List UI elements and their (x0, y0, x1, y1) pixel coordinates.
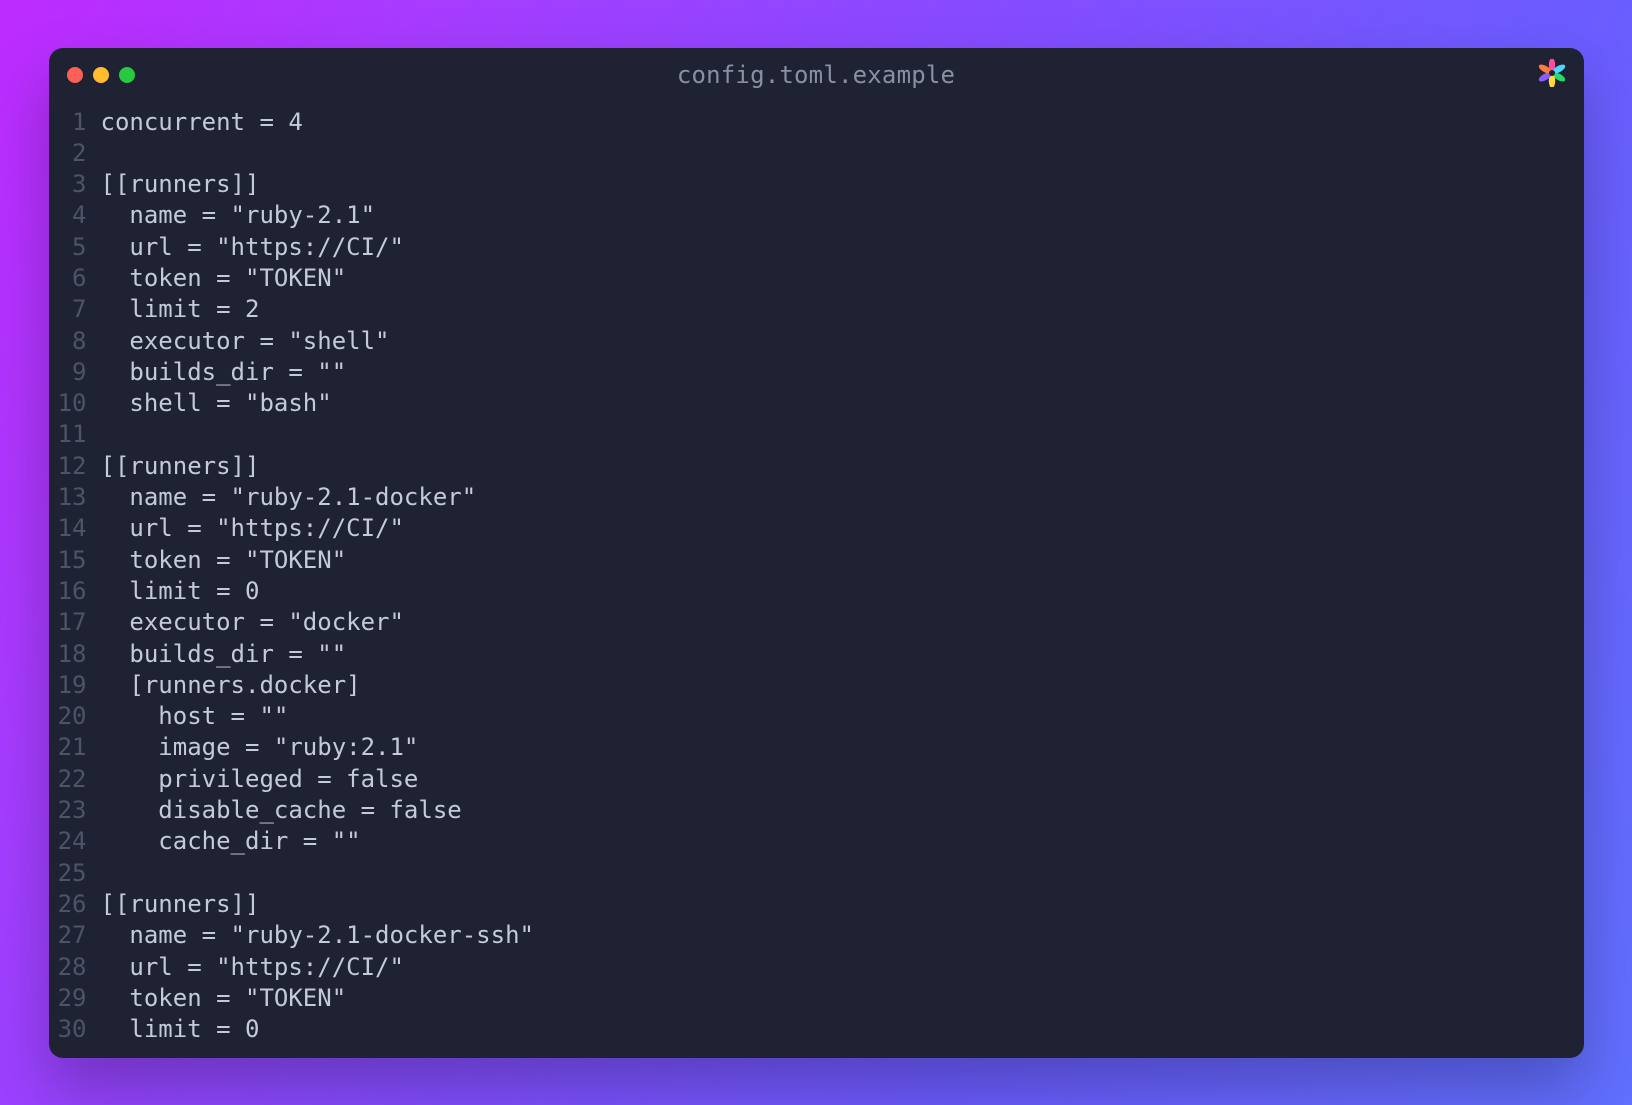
code-text: token = "TOKEN" (101, 546, 347, 574)
line-number: 10 (49, 389, 101, 417)
code-line: 27 name = "ruby-2.1-docker-ssh" (49, 921, 1584, 952)
code-window: config.toml.example 1concurrent = 423[[r… (49, 48, 1584, 1058)
code-text: url = "https://CI/" (101, 514, 404, 542)
line-number: 18 (49, 640, 101, 668)
window-title: config.toml.example (677, 61, 955, 89)
code-text: [[runners]] (101, 452, 260, 480)
line-number: 14 (49, 514, 101, 542)
code-line: 19 [runners.docker] (49, 671, 1584, 702)
line-number: 11 (49, 420, 101, 448)
line-number: 8 (49, 327, 101, 355)
code-text: name = "ruby-2.1-docker" (101, 483, 477, 511)
code-text: limit = 0 (101, 1015, 260, 1043)
code-line: 9 builds_dir = "" (49, 358, 1584, 389)
code-line: 22 privileged = false (49, 765, 1584, 796)
line-number: 21 (49, 733, 101, 761)
code-text: name = "ruby-2.1-docker-ssh" (101, 921, 534, 949)
code-text: image = "ruby:2.1" (101, 733, 419, 761)
line-number: 15 (49, 546, 101, 574)
code-text: cache_dir = "" (101, 827, 361, 855)
line-number: 26 (49, 890, 101, 918)
line-number: 3 (49, 170, 101, 198)
code-line: 7 limit = 2 (49, 295, 1584, 326)
line-number: 29 (49, 984, 101, 1012)
code-text: url = "https://CI/" (101, 233, 404, 261)
close-icon[interactable] (67, 67, 83, 83)
code-line: 17 executor = "docker" (49, 608, 1584, 639)
line-number: 7 (49, 295, 101, 323)
line-number: 22 (49, 765, 101, 793)
code-text: executor = "shell" (101, 327, 390, 355)
code-line: 24 cache_dir = "" (49, 827, 1584, 858)
line-number: 1 (49, 108, 101, 136)
code-line: 10 shell = "bash" (49, 389, 1584, 420)
code-line: 1concurrent = 4 (49, 108, 1584, 139)
code-line: 15 token = "TOKEN" (49, 546, 1584, 577)
code-text: limit = 0 (101, 577, 260, 605)
line-number: 9 (49, 358, 101, 386)
line-number: 19 (49, 671, 101, 699)
line-number: 13 (49, 483, 101, 511)
line-number: 12 (49, 452, 101, 480)
code-line: 3[[runners]] (49, 170, 1584, 201)
code-line: 26[[runners]] (49, 890, 1584, 921)
code-text: builds_dir = "" (101, 358, 347, 386)
code-line: 29 token = "TOKEN" (49, 984, 1584, 1015)
line-number: 17 (49, 608, 101, 636)
line-number: 5 (49, 233, 101, 261)
line-number: 20 (49, 702, 101, 730)
code-line: 6 token = "TOKEN" (49, 264, 1584, 295)
zoom-icon[interactable] (119, 67, 135, 83)
code-line: 28 url = "https://CI/" (49, 953, 1584, 984)
code-line: 8 executor = "shell" (49, 327, 1584, 358)
code-text: [runners.docker] (101, 671, 361, 699)
code-text: url = "https://CI/" (101, 953, 404, 981)
code-line: 18 builds_dir = "" (49, 640, 1584, 671)
code-line: 20 host = "" (49, 702, 1584, 733)
line-number: 27 (49, 921, 101, 949)
code-line: 21 image = "ruby:2.1" (49, 733, 1584, 764)
line-number: 25 (49, 859, 101, 887)
code-text: [[runners]] (101, 890, 260, 918)
code-line: 12[[runners]] (49, 452, 1584, 483)
code-text: name = "ruby-2.1" (101, 201, 376, 229)
code-text: [[runners]] (101, 170, 260, 198)
minimize-icon[interactable] (93, 67, 109, 83)
line-number: 4 (49, 201, 101, 229)
code-text: token = "TOKEN" (101, 264, 347, 292)
code-text: builds_dir = "" (101, 640, 347, 668)
code-line: 23 disable_cache = false (49, 796, 1584, 827)
line-number: 2 (49, 139, 101, 167)
code-text: shell = "bash" (101, 389, 332, 417)
line-number: 23 (49, 796, 101, 824)
line-number: 16 (49, 577, 101, 605)
code-editor[interactable]: 1concurrent = 423[[runners]]4 name = "ru… (49, 102, 1584, 1058)
code-text: host = "" (101, 702, 289, 730)
code-line: 30 limit = 0 (49, 1015, 1584, 1046)
code-text: limit = 2 (101, 295, 260, 323)
app-logo-icon (1538, 59, 1566, 91)
code-text: executor = "docker" (101, 608, 404, 636)
code-line: 4 name = "ruby-2.1" (49, 201, 1584, 232)
code-line: 2 (49, 139, 1584, 170)
code-line: 5 url = "https://CI/" (49, 233, 1584, 264)
line-number: 30 (49, 1015, 101, 1043)
code-line: 16 limit = 0 (49, 577, 1584, 608)
code-text: concurrent = 4 (101, 108, 303, 136)
code-text: disable_cache = false (101, 796, 462, 824)
code-text: privileged = false (101, 765, 419, 793)
line-number: 24 (49, 827, 101, 855)
titlebar: config.toml.example (49, 48, 1584, 102)
line-number: 6 (49, 264, 101, 292)
line-number: 28 (49, 953, 101, 981)
traffic-lights (67, 67, 135, 83)
code-text: token = "TOKEN" (101, 984, 347, 1012)
code-line: 11 (49, 420, 1584, 451)
code-line: 14 url = "https://CI/" (49, 514, 1584, 545)
code-line: 13 name = "ruby-2.1-docker" (49, 483, 1584, 514)
code-line: 25 (49, 859, 1584, 890)
